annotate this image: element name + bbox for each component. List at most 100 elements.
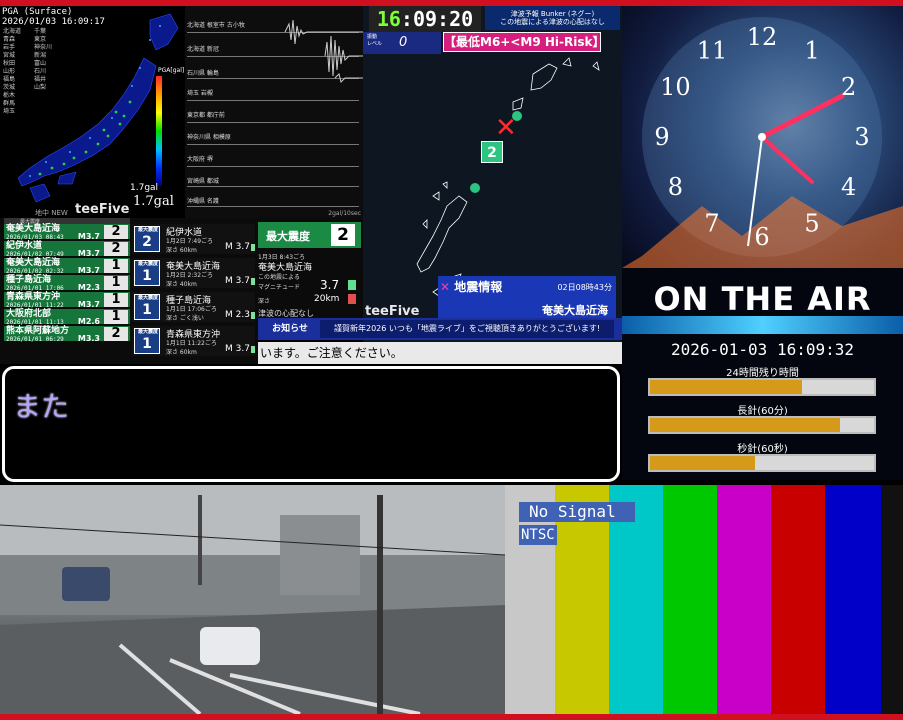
card-mag: M 3.7 [225, 276, 250, 286]
intensity-badge: 最大震度 1 [134, 260, 160, 286]
quake-name: 大阪府北部 [6, 309, 52, 319]
station-intensity: 2 [481, 141, 503, 163]
clock-numeral: 2 [841, 73, 856, 101]
quake-intensity: 2 [104, 327, 128, 341]
pga-scale-label: PGA[gal] [158, 67, 185, 74]
pga-color-scale [156, 76, 162, 186]
card-time: 1月1日 17:06ごろ [166, 306, 217, 313]
clock-numeral: 11 [697, 36, 728, 64]
quake-mag: M3.7 [77, 266, 100, 275]
color-bars-signal: No Signal NTSC [505, 485, 903, 714]
max-intensity-label: 最大震度 [266, 230, 310, 243]
clock-numeral: 6 [754, 223, 769, 251]
dashboard: PGA (Surface) 2026/01/03 16:09:17 北海道 青森… [0, 0, 903, 720]
quake-row[interactable]: 奄美大島近海 2026/01/03 08:43 M3.7 2 [4, 224, 130, 241]
quake-date: 2026/01/01 06:29 [6, 336, 64, 343]
info-title: 地震情報 [454, 280, 503, 294]
quake-name: 奄美大島近海 [6, 224, 61, 234]
quake-intensity: 2 [104, 225, 128, 239]
max-intensity-panel: 最大震度 2 1月3日 8:43ごろ 奄美大島近海 この地震による マグニチュー… [258, 218, 363, 318]
clock-numeral: 9 [654, 123, 669, 151]
epicenter-map-panel: 16:09:20 津波予報 Bunker (ネグー) この地震による津波の心配はな… [363, 6, 622, 342]
quake-date: 2026/01/02 07:49 [6, 251, 64, 258]
card-depth: 深さ 60km [166, 247, 197, 254]
quake-intensity: 2 [104, 242, 128, 256]
card-time: 1月1日 11:22ごろ [166, 340, 217, 347]
card-time: 1月2日 7:49ごろ [166, 238, 214, 245]
quake-mag: M3.7 [77, 249, 100, 258]
seismograph-trace [284, 19, 363, 83]
progress-label-minute: 長針(60分) [737, 406, 788, 417]
quake-date: 2026/01/01 11:22 [6, 302, 64, 309]
quake-detail-card[interactable]: 最大震度 1 種子島近海 1月1日 17:06ごろ 深さ ごく浅い M 2.3 [132, 292, 255, 322]
clock-numeral: 12 [747, 23, 778, 51]
info-area: 奄美大島近海 [542, 304, 608, 317]
quake-row[interactable]: 紀伊水道 2026/01/02 07:49 M3.7 2 [4, 241, 130, 258]
pga-gal-small: 1.7gal [130, 183, 159, 193]
progress-fill [650, 380, 803, 394]
quake-name: 熊本県阿蘇地方 [6, 326, 70, 336]
card-depth: 深さ 40km [166, 281, 197, 288]
ntsc-label: NTSC [519, 525, 557, 545]
earthquake-info-box: ✕ 地震情報 02日08時43分 奄美大島近海 [438, 276, 616, 322]
quake-row[interactable]: 種子島近海 2026/01/01 17:06 M2.3 1 [4, 275, 130, 292]
intensity-badge: 最大震度 1 [134, 328, 160, 354]
quake-mag: M3.7 [77, 300, 100, 309]
quake-row[interactable]: 大阪府北部 2026/01/01 11:13 M2.6 1 [4, 309, 130, 326]
card-mag: M 3.7 [225, 242, 250, 252]
quake-row[interactable]: 青森県東方沖 2026/01/01 11:22 M3.7 1 [4, 292, 130, 309]
on-air-datetime: 2026-01-03 16:09:32 [670, 340, 855, 359]
quake-intensity: 1 [104, 293, 128, 307]
analog-clock-panel: 12 1 2 3 4 5 6 7 8 9 10 11 [622, 6, 903, 268]
quake-mag: M2.3 [77, 283, 100, 292]
analog-clock: 12 12 3 45 6 78 9 1011 [622, 17, 903, 268]
progress-fill [650, 418, 841, 432]
max-intensity-box: 最大震度 2 [258, 222, 361, 248]
progress-bar-minute [648, 416, 876, 434]
progress-bar-24h [648, 378, 876, 396]
bottom-red-border [0, 714, 903, 720]
quake-detail-card[interactable]: 最大震度 1 青森県東方沖 1月1日 11:22ごろ 深さ 60km M 3.7 [132, 326, 255, 356]
street-camera-feed [0, 485, 505, 714]
quake-date: 2026/01/01 11:13 [6, 319, 64, 326]
intensity-badge: 最大震度 1 [134, 294, 160, 320]
mag-label: マグニチュード [258, 284, 301, 291]
progress-bar-second [648, 454, 876, 472]
quake-detail-card[interactable]: 最大震度 1 奄美大島近海 1月2日 2:32ごろ 深さ 40km M 3.7 [132, 258, 255, 288]
subtitle-text: また [13, 390, 70, 423]
brand-logo: teeFive [75, 202, 130, 217]
quake-date: 2026/01/01 17:06 [6, 285, 64, 292]
clock-numeral: 10 [660, 73, 691, 101]
audio-visualizer [622, 316, 903, 334]
clock-numeral: 4 [841, 173, 856, 201]
quake-name: 青森県東方沖 [6, 292, 61, 302]
pga-map-panel: PGA (Surface) 2026/01/03 16:09:17 北海道 青森… [0, 6, 185, 218]
card-depth: 深さ ごく浅い [166, 315, 204, 322]
quake-intensity: 1 [104, 310, 128, 324]
on-air-panel: ON THE AIR 2026-01-03 16:09:32 24時間残り時間 … [622, 268, 903, 480]
max-intensity-value: 2 [331, 224, 355, 246]
depth-label: 深さ [258, 298, 271, 305]
pga-footer: 地中 NEW [35, 209, 68, 217]
depth-value: 20km [314, 294, 340, 304]
quake-mag: M2.6 [77, 317, 100, 326]
clock-numeral: 5 [804, 210, 819, 238]
on-air-title: ON THE AIR [653, 280, 872, 318]
detail-note: この地震による [258, 274, 300, 281]
mag-value: 3.7 [320, 278, 340, 292]
quake-row[interactable]: 熊本県阿蘇地方 2026/01/01 06:29 M3.3 2 [4, 326, 130, 343]
close-x-icon: ✕ [440, 280, 451, 294]
waveform-panel: 北海道 根室市 古小牧 北海道 新冠 石川県 輪島 埼玉 岩槻 東京都 都庁前 … [185, 6, 363, 218]
intensity-badge: 最大震度 2 [134, 226, 160, 252]
quake-date: 2026/01/02 02:32 [6, 268, 64, 275]
quake-row[interactable]: 奄美大島近海 2026/01/02 02:32 M3.7 1 [4, 258, 130, 275]
progress-fill [650, 456, 756, 470]
quake-intensity: 1 [104, 276, 128, 290]
subtitle-box: また [2, 366, 620, 482]
progress-label-second: 秒針(60秒) [737, 444, 788, 455]
no-signal-label: No Signal [519, 502, 635, 522]
quake-mag: M3.7 [77, 232, 100, 241]
info-time: 02日08時43分 [557, 283, 612, 292]
scrolling-warning: います。ご注意ください。 [258, 342, 622, 364]
quake-detail-card[interactable]: 最大震度 2 紀伊水道 1月2日 7:49ごろ 深さ 60km M 3.7 [132, 224, 255, 254]
